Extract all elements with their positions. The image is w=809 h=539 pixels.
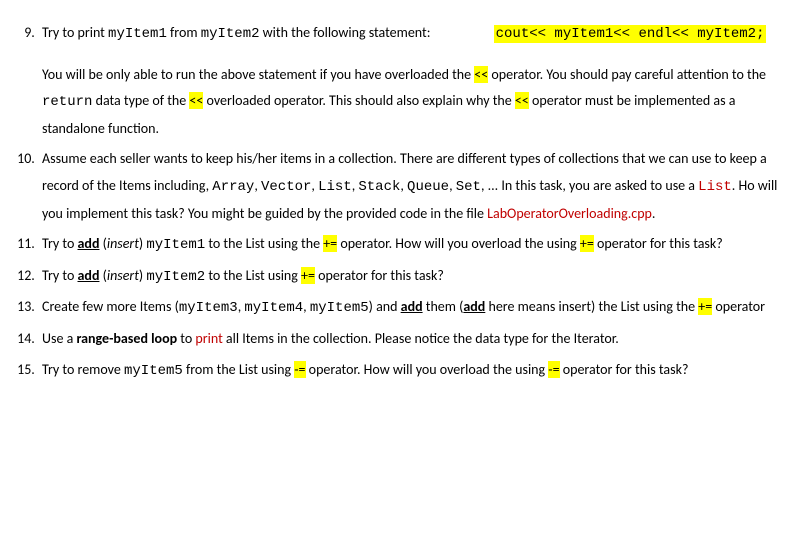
q11-a: Try to xyxy=(42,235,78,252)
q11-b: ( xyxy=(99,235,106,252)
q9-pc: data type of the xyxy=(92,92,189,109)
q9-paragraph: You will be only able to run the above s… xyxy=(42,62,789,143)
add-bold-2: add xyxy=(463,298,485,315)
op-pluseq-1: += xyxy=(323,235,337,252)
code-set: Set xyxy=(456,179,481,195)
code-statement-block: cout<< myItem1<< endl<< myItem2; xyxy=(494,20,767,48)
code-vector: Vector xyxy=(261,179,311,195)
op-ltlt-1: << xyxy=(474,66,488,83)
q10-c1: , xyxy=(254,177,261,194)
q9-pa: You will be only able to run the above s… xyxy=(42,66,474,83)
question-11: Try to add (insert) myItem1 to the List … xyxy=(38,231,789,259)
file-name: LabOperatorOverloading.cpp xyxy=(487,205,652,222)
question-15: Try to remove myItem5 from the List usin… xyxy=(38,357,789,385)
q14-a: Use a xyxy=(42,330,76,347)
op-ltlt-3: << xyxy=(515,92,529,109)
question-14: Use a range-based loop to print all Item… xyxy=(38,326,789,353)
question-12: Try to add (insert) myItem2 to the List … xyxy=(38,263,789,291)
q13-c2: , xyxy=(303,298,310,315)
q15-c: operator. How will you overload the usin… xyxy=(306,361,549,378)
question-10: Assume each seller wants to keep his/her… xyxy=(38,146,789,227)
q13-c: them ( xyxy=(423,298,464,315)
q12-b: ( xyxy=(99,267,106,284)
code-queue: Queue xyxy=(407,179,449,195)
question-list: Try to print myItem1 from myItem2 with t… xyxy=(10,10,789,384)
q13-b: ) and xyxy=(369,298,401,315)
q12-d: to the List using xyxy=(205,267,301,284)
q11-d: to the List using the xyxy=(205,235,323,252)
code-return: return xyxy=(42,94,92,110)
add-bold-1: add xyxy=(401,298,423,315)
q9-lead-b: from xyxy=(167,24,201,41)
q15-d: operator for this task? xyxy=(560,361,689,378)
op-ltlt-2: << xyxy=(189,92,203,109)
q13-e: operator xyxy=(712,298,765,315)
q11-e: operator. How will you overload the usin… xyxy=(337,235,580,252)
code-list-red: List xyxy=(698,179,732,195)
code-list: List xyxy=(318,179,352,195)
q15-b: from the List using xyxy=(183,361,294,378)
q12-e: operator for this task? xyxy=(315,267,444,284)
add-bold: add xyxy=(78,235,100,252)
op-pluseq: += xyxy=(301,267,315,284)
code-myitem5: myItem5 xyxy=(310,300,369,316)
question-13: Create few more Items (myItem3, myItem4,… xyxy=(38,294,789,322)
code-myitem3: myItem3 xyxy=(179,300,238,316)
op-pluseq: += xyxy=(698,298,712,315)
op-pluseq-2: += xyxy=(580,235,594,252)
q13-d: here means insert) the List using the xyxy=(485,298,698,315)
code-myitem5: myItem5 xyxy=(124,363,183,379)
code-statement: cout<< myItem1<< endl<< myItem2; xyxy=(494,25,767,43)
q9-pb: operator. You should pay careful attenti… xyxy=(488,66,766,83)
q9-lead-a: Try to print xyxy=(42,24,108,41)
q10-b: , ... In this task, you are asked to use… xyxy=(481,177,698,194)
insert-italic: insert xyxy=(107,235,139,252)
op-minuseq-2: -= xyxy=(548,361,559,378)
code-myitem1: myItem1 xyxy=(146,237,205,253)
q15-a: Try to remove xyxy=(42,361,124,378)
op-minuseq-1: -= xyxy=(294,361,305,378)
q13-a: Create few more Items ( xyxy=(42,298,179,315)
add-bold: add xyxy=(78,267,100,284)
q9-lead-c: with the following statement: xyxy=(260,24,431,41)
range-based-loop: range-based loop xyxy=(76,330,177,347)
q9-pd: overloaded operator. This should also ex… xyxy=(203,92,515,109)
code-stack: Stack xyxy=(358,179,400,195)
q11-f: operator for this task? xyxy=(594,235,723,252)
code-myitem2: myItem2 xyxy=(201,26,260,42)
insert-italic: insert xyxy=(107,267,139,284)
print-red: print xyxy=(195,330,222,347)
q14-b: to xyxy=(177,330,195,347)
code-array: Array xyxy=(212,179,254,195)
q10-d: . xyxy=(652,205,656,222)
q10-c5: , xyxy=(449,177,456,194)
code-myitem2: myItem2 xyxy=(146,269,205,285)
q12-a: Try to xyxy=(42,267,78,284)
code-myitem1: myItem1 xyxy=(108,26,167,42)
q14-c: all Items in the collection. Please noti… xyxy=(223,330,619,347)
code-myitem4: myItem4 xyxy=(244,300,303,316)
question-9: Try to print myItem1 from myItem2 with t… xyxy=(38,10,789,142)
